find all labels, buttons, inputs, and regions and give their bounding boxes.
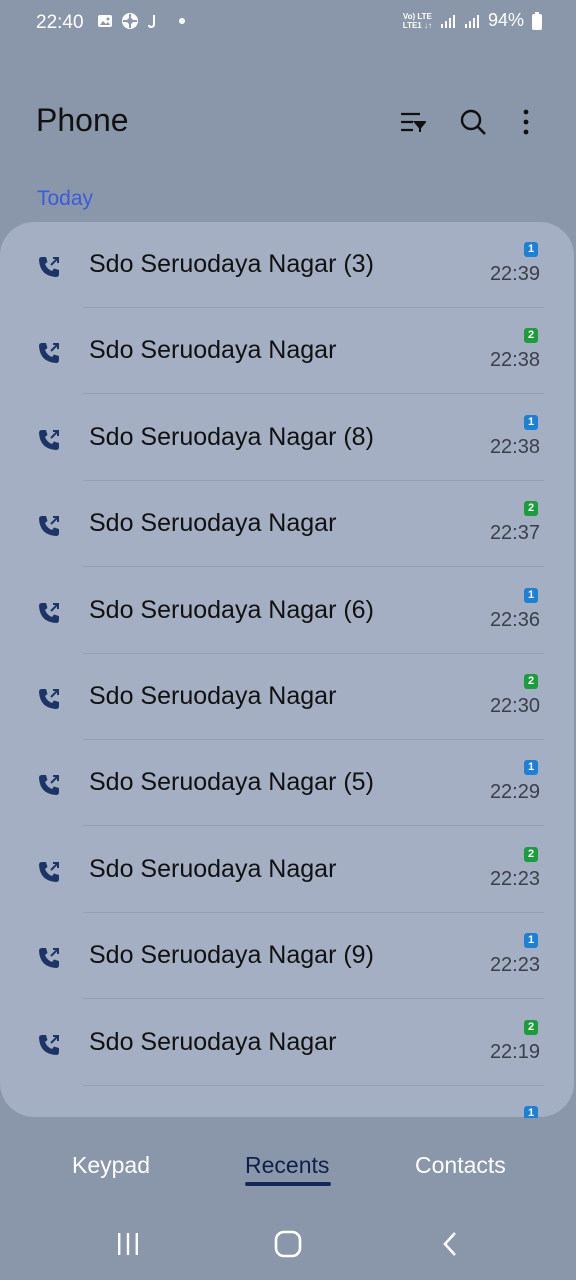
tab-recents[interactable]: Recents: [245, 1152, 329, 1179]
recent-apps-button[interactable]: [98, 1226, 158, 1262]
network-line2: LTE1 ↓↑: [402, 20, 432, 30]
home-button[interactable]: [258, 1226, 318, 1262]
outgoing-call-icon: [39, 775, 59, 796]
section-header-today: Today: [37, 187, 94, 210]
tab-contacts[interactable]: Contacts: [415, 1152, 506, 1179]
more-options-button[interactable]: [504, 100, 548, 144]
sim-badge: 1: [524, 242, 538, 257]
filter-icon: [401, 112, 426, 132]
sim-badge: 2: [524, 846, 538, 862]
signal-icon-sim1: [440, 14, 455, 28]
tab-keypad[interactable]: Keypad: [72, 1152, 150, 1179]
call-log-row[interactable]: Sdo Seruodaya Nagar (5) 1 22:29: [0, 740, 574, 827]
gallery-icon: [98, 15, 112, 27]
call-contact-name: Sdo Seruodaya Nagar: [89, 509, 337, 538]
sim-badge-partial: 1: [524, 1106, 538, 1118]
row-divider: [83, 1084, 544, 1086]
outgoing-call-icon: [39, 948, 59, 969]
call-time: 22:37: [489, 522, 540, 545]
call-contact-name: Sdo Seruodaya Nagar (8): [89, 422, 374, 451]
home-icon: [274, 1230, 302, 1258]
app-notification-icon: [122, 13, 138, 29]
call-log-row[interactable]: Sdo Seruodaya Nagar 2 22:38: [0, 308, 574, 395]
status-right: Vo) LTE LTE1 ↓↑ 94%: [403, 10, 542, 31]
call-contact-name: Sdo Seruodaya Nagar (9): [89, 941, 374, 970]
more-vert-icon: [523, 109, 529, 135]
bottom-tabs: Keypad Recents Contacts: [0, 1148, 576, 1198]
call-time: 22:19: [489, 1040, 540, 1063]
call-log-row[interactable]: Sdo Seruodaya Nagar 2 22:30: [0, 654, 574, 740]
call-contact-name: Sdo Seruodaya Nagar (3): [89, 250, 374, 278]
sim-badge: 1: [524, 414, 538, 430]
call-contact-name: Sdo Seruodaya Nagar: [89, 682, 337, 710]
back-button[interactable]: [420, 1226, 480, 1262]
filter-button[interactable]: [391, 100, 435, 144]
call-time: 22:23: [489, 954, 540, 977]
network-line1: Vo) LTE: [402, 11, 432, 21]
call-contact-name: Sdo Seruodaya Nagar: [89, 336, 337, 365]
call-time: 22:38: [489, 349, 540, 372]
sim-badge: 1: [524, 933, 538, 949]
sim-badge: 2: [524, 674, 538, 689]
system-nav-bar: [0, 1218, 576, 1268]
search-button[interactable]: [451, 100, 495, 144]
call-log-row[interactable]: Sdo Seruodaya Nagar (9) 1 22:23: [0, 913, 574, 1000]
outgoing-call-icon: [39, 689, 59, 709]
call-time: 22:36: [489, 608, 540, 631]
call-log-row[interactable]: Sdo Seruodaya Nagar 2 22:37: [0, 481, 574, 568]
call-log-row[interactable]: Sdo Seruodaya Nagar 2 22:23: [0, 827, 574, 913]
status-bar: 22:40 Vo) LTE LTE1 ↓↑ 94%: [0, 0, 576, 46]
sim-badge: 2: [524, 1019, 538, 1035]
outgoing-call-icon: [39, 516, 59, 537]
page-title: Phone: [36, 102, 129, 138]
call-log-row[interactable]: Sdo Seruodaya Nagar (6) 1 22:36: [0, 568, 574, 654]
battery-icon: [532, 11, 542, 30]
outgoing-call-icon: [39, 343, 59, 364]
call-log-list: Sdo Seruodaya Nagar (3) 1 22:39 Sdo Seruoda…: [0, 222, 574, 1117]
call-contact-name: Sdo Seruodaya Nagar: [89, 1027, 337, 1056]
recent-apps-icon: [118, 1233, 138, 1255]
sim-badge: 1: [524, 760, 538, 776]
call-log-row[interactable]: Sdo Seruodaya Nagar (8) 1 22:38: [0, 395, 574, 481]
battery-percent: 94%: [487, 10, 524, 30]
sim-badge: 2: [524, 328, 538, 344]
network-type: Vo) LTE LTE1 ↓↑: [403, 12, 432, 30]
call-contact-name: Sdo Seruodaya Nagar (6): [89, 595, 374, 624]
search-icon: [460, 109, 486, 135]
outgoing-call-icon: [39, 257, 59, 277]
call-time: 22:30: [489, 695, 540, 717]
status-time: 22:40: [36, 12, 84, 33]
outgoing-call-icon: [39, 1034, 59, 1055]
call-time: 22:29: [489, 781, 540, 804]
call-contact-name: Sdo Seruodaya Nagar: [89, 854, 337, 883]
call-time: 22:23: [489, 867, 540, 890]
back-icon: [443, 1232, 456, 1256]
outgoing-call-icon: [39, 602, 59, 623]
notification-dot-icon: [179, 18, 185, 24]
call-log-row[interactable]: Sdo Seruodaya Nagar (3) 1 22:39: [0, 222, 574, 308]
call-time: 22:39: [489, 263, 540, 285]
music-note-icon: [148, 15, 155, 28]
call-contact-name: Sdo Seruodaya Nagar (5): [89, 768, 374, 797]
call-log-row[interactable]: Sdo Seruodaya Nagar 2 22:19: [0, 1000, 574, 1086]
outgoing-call-icon: [39, 861, 59, 882]
app-header: Phone: [36, 96, 576, 146]
call-time: 22:38: [489, 435, 540, 458]
outgoing-call-icon: [39, 429, 59, 450]
signal-icon-sim2: [464, 14, 479, 28]
sim-badge: 1: [524, 587, 538, 603]
active-tab-indicator: [245, 1182, 331, 1186]
sim-badge: 2: [524, 501, 538, 517]
status-notification-icons: [97, 12, 187, 30]
